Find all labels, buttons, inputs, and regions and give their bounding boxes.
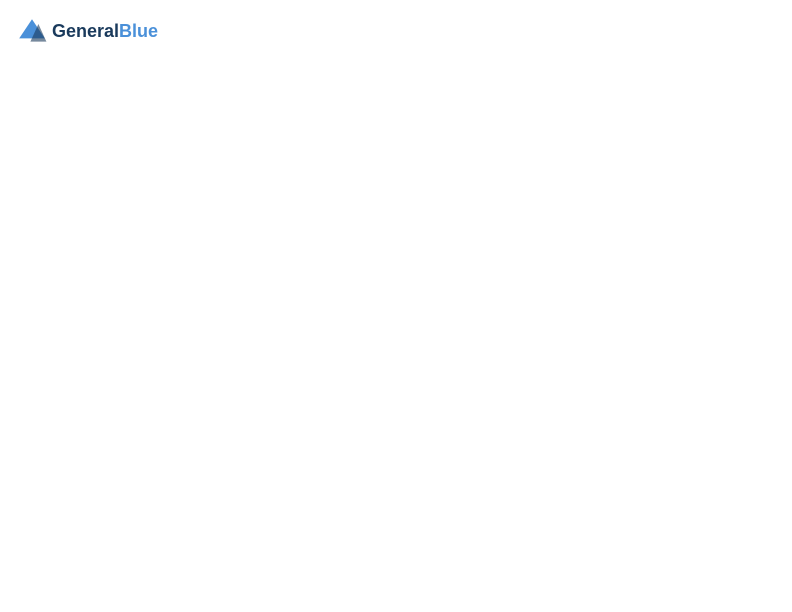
page-header: GeneralBlue bbox=[16, 16, 776, 48]
logo: GeneralBlue bbox=[16, 16, 158, 48]
logo-icon bbox=[16, 16, 48, 48]
logo-text: GeneralBlue bbox=[52, 22, 158, 42]
